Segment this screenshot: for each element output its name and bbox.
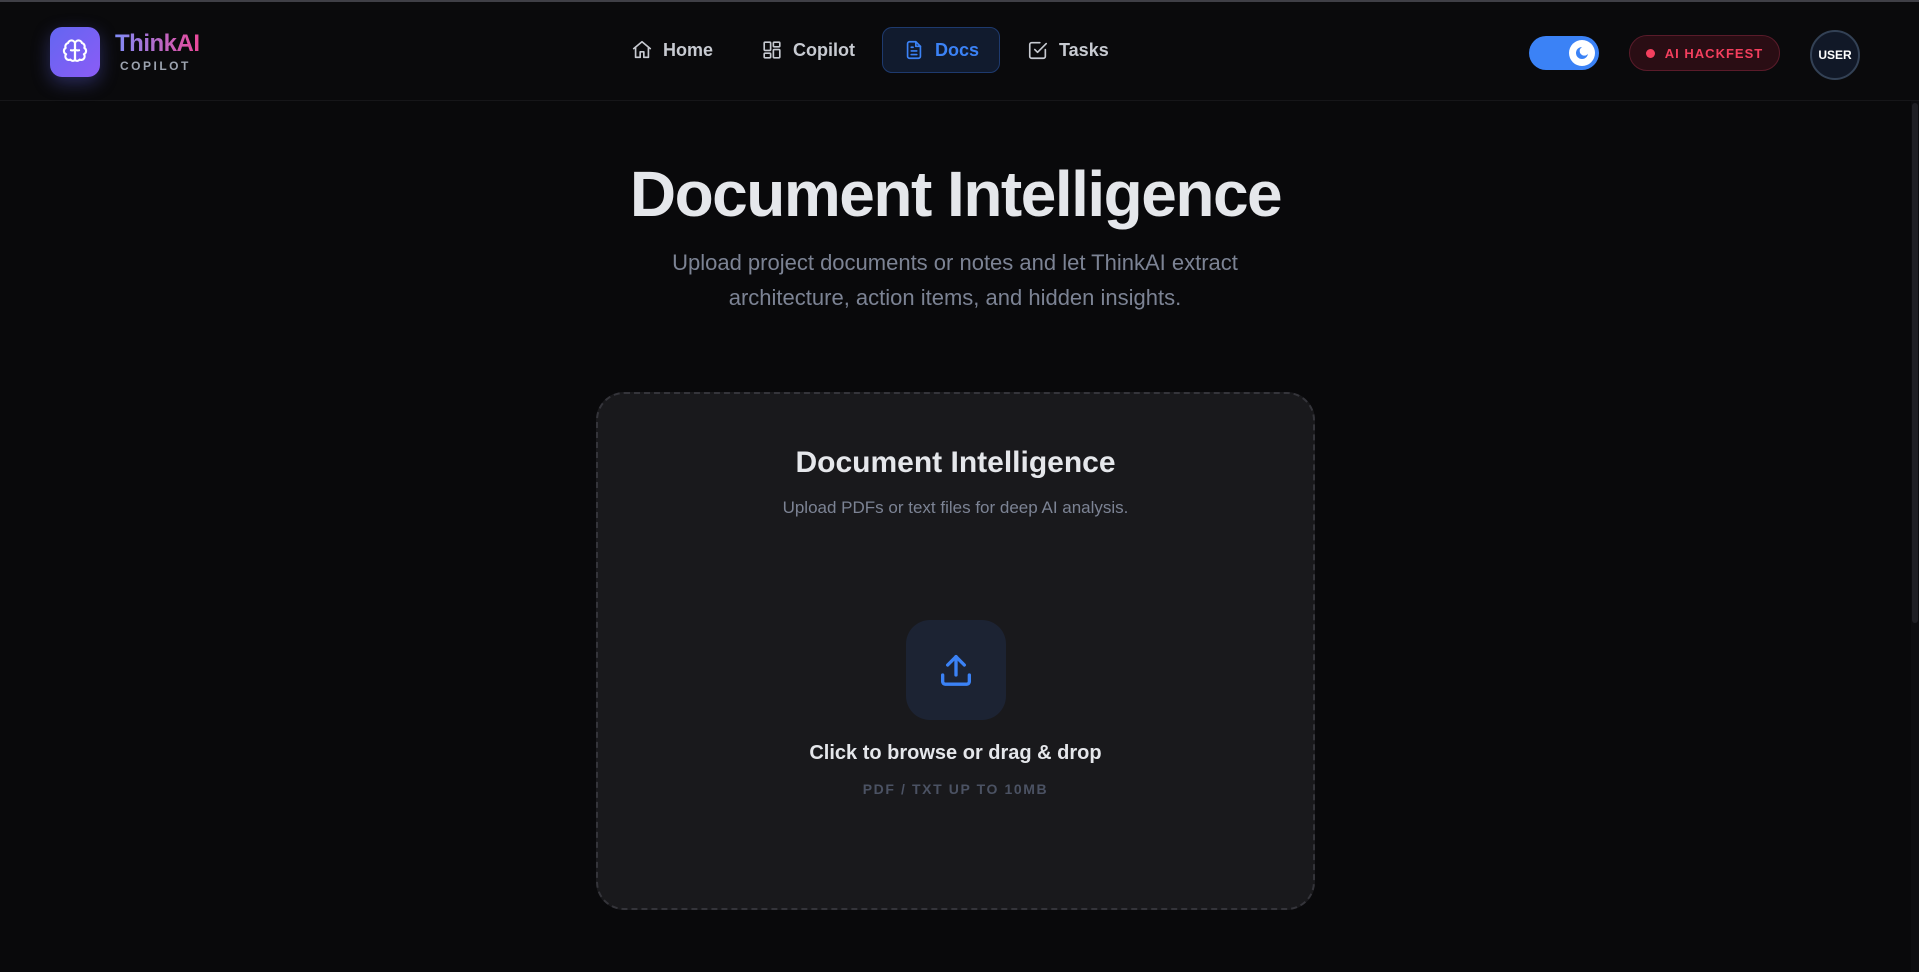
home-icon <box>632 40 652 59</box>
user-avatar[interactable]: USER <box>1810 30 1860 80</box>
nav-docs-label: Docs <box>935 39 980 60</box>
scrollbar-thumb[interactable] <box>1912 103 1918 623</box>
nav-home[interactable]: Home <box>610 27 734 73</box>
grid-icon <box>763 41 781 59</box>
nav-copilot-label: Copilot <box>793 39 855 60</box>
event-badge-label: AI HACKFEST <box>1664 45 1764 61</box>
nav-tasks-label: Tasks <box>1059 39 1109 60</box>
browse-prompt[interactable]: Click to browse or drag & drop <box>598 742 1313 765</box>
page-title: Document Intelligence <box>629 158 1283 230</box>
nav-copilot[interactable]: Copilot <box>740 27 876 73</box>
theme-toggle[interactable] <box>1529 36 1599 70</box>
main-nav: Home Copilot Docs Tasks <box>610 27 1130 73</box>
nav-home-label: Home <box>663 39 714 60</box>
nav-docs[interactable]: Docs <box>882 27 1001 73</box>
upload-dropzone[interactable]: Document Intelligence Upload PDFs or tex… <box>596 392 1315 910</box>
document-icon <box>906 40 922 60</box>
moon-icon <box>1569 40 1595 66</box>
file-limits: PDF / TXT UP TO 10MB <box>862 781 1049 797</box>
brand-subtitle: COPILOT <box>120 58 191 73</box>
top-navbar: ThinkAI COPILOT Home Copilot Docs Tasks … <box>0 2 1919 101</box>
event-badge: AI HACKFEST <box>1629 35 1780 71</box>
status-dot <box>1645 48 1655 58</box>
brand[interactable]: ThinkAI COPILOT <box>50 27 200 77</box>
dropzone-subtitle: Upload PDFs or text files for deep AI an… <box>782 498 1129 517</box>
brain-icon <box>50 27 100 77</box>
brand-name: ThinkAI <box>115 29 200 57</box>
checkbox-icon <box>1028 41 1048 60</box>
upload-icon[interactable] <box>906 620 1006 720</box>
page-subtitle: Upload project documents or notes and le… <box>672 250 1238 310</box>
nav-tasks[interactable]: Tasks <box>1006 27 1130 73</box>
dropzone-title: Document Intelligence <box>795 446 1116 479</box>
